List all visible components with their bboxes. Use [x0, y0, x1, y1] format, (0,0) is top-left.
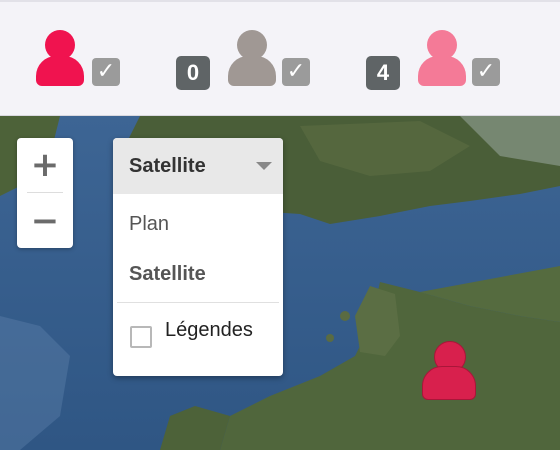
person-icon — [36, 30, 84, 88]
zoom-in-button[interactable]: + — [17, 138, 73, 192]
person-marker-icon[interactable] — [421, 339, 477, 401]
dropdown-divider — [117, 302, 279, 303]
map-type-option-satellite[interactable]: Satellite — [129, 263, 206, 286]
legend-checkbox[interactable] — [130, 326, 152, 348]
person-icon — [228, 30, 276, 88]
zoom-control: + − — [17, 138, 73, 248]
legend-checkbox-label[interactable]: Légendes — [165, 319, 253, 342]
filter-pink-count: 4 — [366, 56, 400, 90]
category-filter-bar: ✓ 0 ✓ 4 ✓ — [0, 0, 560, 116]
map-type-option-plan[interactable]: Plan — [129, 213, 169, 236]
zoom-divider — [27, 192, 63, 193]
filter-red-checkbox[interactable]: ✓ — [92, 58, 120, 86]
filter-pink-checkbox[interactable]: ✓ — [472, 58, 500, 86]
map-type-dropdown: Satellite Plan Satellite Légendes — [113, 138, 283, 376]
map-type-selector[interactable]: Satellite — [113, 138, 283, 194]
zoom-out-button[interactable]: − — [17, 194, 73, 248]
filter-grey-count: 0 — [176, 56, 210, 90]
filter-grey-checkbox[interactable]: ✓ — [282, 58, 310, 86]
map-type-selected-label: Satellite — [129, 155, 206, 177]
caret-down-icon — [256, 162, 272, 170]
person-icon — [418, 30, 466, 88]
